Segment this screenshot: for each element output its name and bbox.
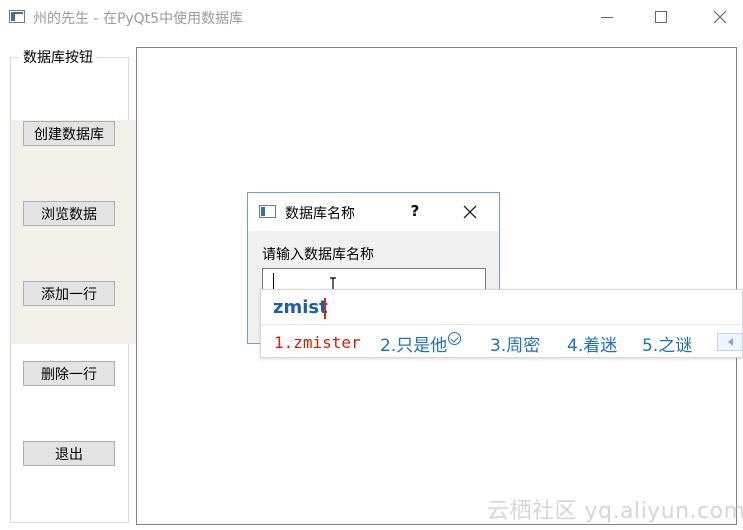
close-icon xyxy=(463,205,477,219)
exit-button[interactable]: 退出 xyxy=(23,441,115,466)
close-button[interactable] xyxy=(697,0,743,34)
dialog-window-icon xyxy=(259,205,276,218)
window-title: 州的先生 - 在PyQt5中使用数据库 xyxy=(33,11,244,27)
watermark: 云栖社区 yq.aliyun.com xyxy=(487,499,743,524)
window-titlebar: 州的先生 - 在PyQt5中使用数据库 xyxy=(0,0,743,34)
delete-row-button[interactable]: 删除一行 xyxy=(23,361,115,386)
ime-candidate-2-label: 2.只是他 xyxy=(380,336,448,356)
check-circle-icon xyxy=(448,332,462,345)
dialog-titlebar: 数据库名称 ? xyxy=(248,193,499,231)
ime-candidate-4[interactable]: 4.着迷 xyxy=(567,331,617,356)
dialog-title: 数据库名称 xyxy=(285,206,355,222)
ime-candidate-2[interactable]: 2.只是他 xyxy=(380,331,462,356)
maximize-button[interactable] xyxy=(638,0,684,34)
app-window-icon xyxy=(9,10,25,23)
ime-composition-text: zmist xyxy=(273,297,328,318)
shaded-region xyxy=(11,120,137,344)
text-caret xyxy=(273,273,274,289)
maximize-icon xyxy=(655,11,667,23)
ime-candidate-window: zmist 1.zmister 2.只是他 3.周密 4.着迷 5.之谜 xyxy=(260,289,743,358)
add-row-button[interactable]: 添加一行 xyxy=(23,281,115,306)
ime-candidate-5[interactable]: 5.之谜 xyxy=(642,331,692,356)
browse-data-button[interactable]: 浏览数据 xyxy=(23,201,115,226)
close-icon xyxy=(713,10,727,24)
ime-caret xyxy=(324,298,326,319)
dialog-close-button[interactable] xyxy=(458,200,482,224)
ime-candidate-3[interactable]: 3.周密 xyxy=(490,331,540,356)
groupbox-title: 数据库按钮 xyxy=(19,47,97,67)
chevron-left-icon xyxy=(727,338,733,346)
minimize-icon xyxy=(601,16,613,18)
ime-prev-page-button[interactable] xyxy=(717,333,743,351)
help-button[interactable]: ? xyxy=(408,202,422,220)
create-database-button[interactable]: 创建数据库 xyxy=(23,121,115,146)
ime-divider xyxy=(261,324,742,325)
minimize-button[interactable] xyxy=(584,0,630,34)
ime-candidate-1[interactable]: 1.zmister xyxy=(274,333,361,352)
database-name-prompt: 请输入数据库名称 xyxy=(262,247,374,263)
